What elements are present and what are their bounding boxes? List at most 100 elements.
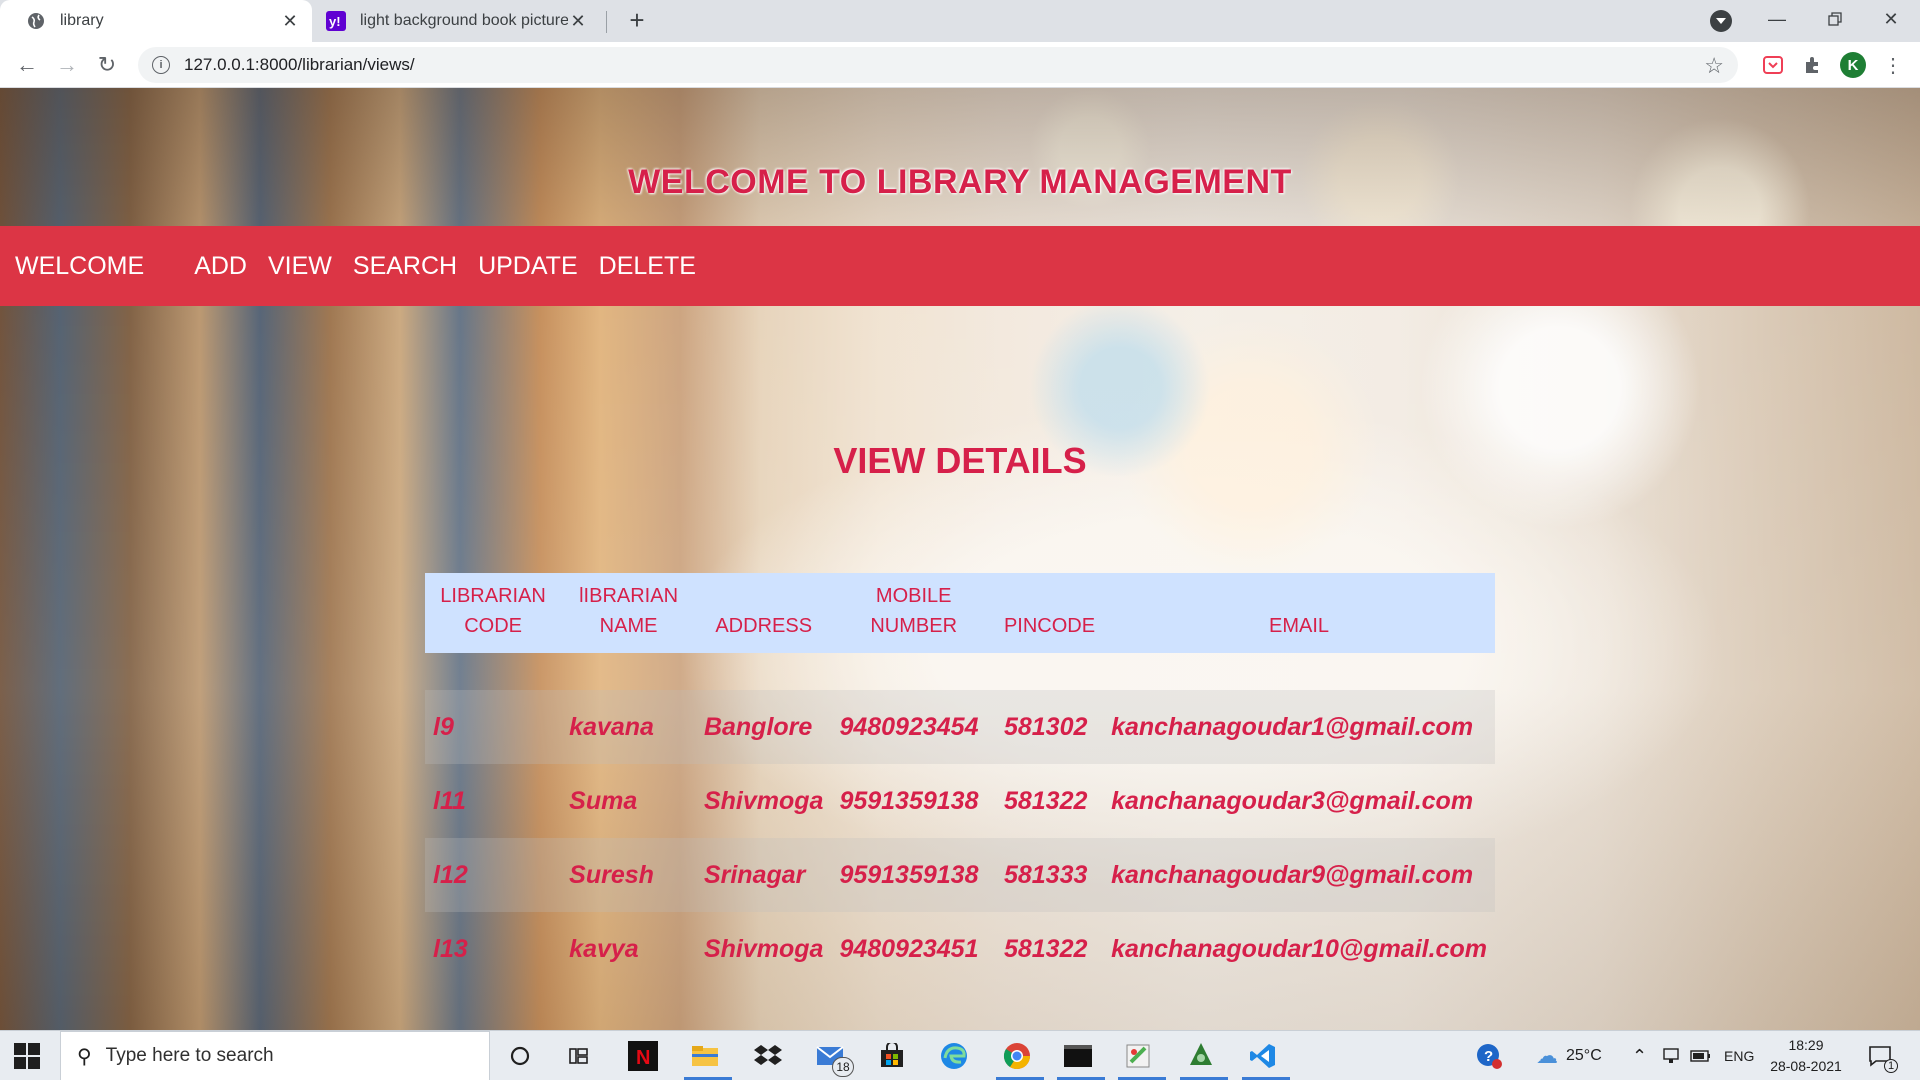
tab-search-icon[interactable]: [1710, 10, 1732, 32]
minimize-icon[interactable]: —: [1762, 4, 1792, 34]
file-explorer-icon[interactable]: [688, 1039, 722, 1073]
terminal-icon[interactable]: [1061, 1039, 1095, 1073]
cell-email: kanchanagoudar3@gmail.com: [1111, 786, 1474, 815]
cell-mobile: 9480923454: [839, 712, 979, 741]
search-icon: ⚲: [77, 1045, 92, 1068]
table-row: l12 Suresh Srinagar 9591359138 581333 ka…: [425, 838, 1495, 912]
nav-brand-welcome[interactable]: WELCOME: [15, 252, 144, 281]
nav-link-update[interactable]: UPDATE: [478, 252, 578, 281]
cell-name: kavya: [569, 934, 639, 963]
paint-icon[interactable]: [1122, 1039, 1156, 1073]
header-librarian-code: LIBRARIAN CODE: [440, 585, 546, 637]
cell-address: Shivmoga: [703, 786, 824, 815]
table-row: l9 kavana Banglore 9480923454 581302 kan…: [425, 690, 1495, 764]
cell-code: l9: [433, 712, 454, 741]
cell-email: kanchanagoudar1@gmail.com: [1111, 712, 1474, 741]
cell-mobile: 9480923451: [839, 934, 979, 963]
tab-yahoo-search[interactable]: y! light background book pictures - ✕: [316, 0, 600, 42]
nav-link-delete[interactable]: DELETE: [599, 252, 696, 281]
tab-title: library: [60, 12, 104, 29]
vscode-icon[interactable]: [1246, 1039, 1280, 1073]
main-navbar: WELCOME ADD VIEW SEARCH UPDATE DELETE: [0, 226, 1920, 306]
language-indicator[interactable]: ENG: [1724, 1031, 1754, 1080]
nav-link-view[interactable]: VIEW: [268, 252, 332, 281]
cell-pincode: 581322: [1003, 786, 1088, 815]
browser-toolbar: ← → ↻ i 127.0.0.1:8000/librarian/views/ …: [0, 42, 1920, 88]
notifications-icon[interactable]: 1: [1868, 1031, 1898, 1080]
notification-count: 1: [1884, 1059, 1898, 1073]
svg-text:N: N: [636, 1047, 650, 1069]
close-tab-icon[interactable]: ✕: [280, 11, 300, 31]
restore-icon[interactable]: [1820, 4, 1850, 34]
mail-badge: 18: [832, 1057, 854, 1077]
extensions-puzzle-icon[interactable]: [1800, 52, 1826, 78]
store-icon[interactable]: [875, 1039, 909, 1073]
dropbox-icon[interactable]: [751, 1039, 785, 1073]
table-row: l13 kavya Shivmoga 9480923451 581322 kan…: [425, 912, 1495, 986]
battery-icon[interactable]: [1690, 1031, 1712, 1080]
nav-link-add[interactable]: ADD: [194, 252, 247, 281]
nav-link-search[interactable]: SEARCH: [353, 252, 457, 281]
cell-code: l11: [433, 786, 466, 815]
system-clock[interactable]: 18:29 28-08-2021: [1764, 1035, 1848, 1077]
svg-text:y!: y!: [329, 14, 341, 29]
bookmark-star-icon[interactable]: ☆: [1704, 53, 1724, 79]
weather-temperature: 25°C: [1566, 1047, 1602, 1064]
close-window-icon[interactable]: ✕: [1876, 4, 1906, 34]
table-row: l11 Suma Shivmoga 9591359138 581322 kanc…: [425, 764, 1495, 838]
windows-taskbar: ⚲ Type here to search N 18 ? ☁ 25°C ⌃ EN…: [0, 1030, 1920, 1080]
profile-avatar[interactable]: K: [1840, 52, 1866, 78]
help-icon[interactable]: ?: [1472, 1039, 1506, 1073]
back-icon[interactable]: ←: [12, 50, 42, 80]
address-bar[interactable]: i 127.0.0.1:8000/librarian/views/ ☆: [138, 47, 1738, 83]
site-info-icon[interactable]: i: [152, 56, 170, 74]
windows-start-icon[interactable]: [14, 1043, 40, 1069]
table-header: LIBRARIAN CODE lIBRARIAN NAME ADDRESS MOBI…: [425, 573, 1495, 653]
network-icon[interactable]: [1662, 1031, 1680, 1080]
cell-email: kanchanagoudar10@gmail.com: [1111, 934, 1487, 963]
cell-mobile: 9591359138: [839, 860, 979, 889]
tab-divider: [606, 11, 607, 33]
yahoo-icon: y!: [326, 11, 346, 31]
green-app-icon[interactable]: [1184, 1039, 1218, 1073]
forward-icon[interactable]: →: [52, 50, 82, 80]
weather-cloud-icon: ☁: [1536, 1043, 1558, 1068]
cell-name: Suma: [569, 786, 638, 815]
cell-name: kavana: [569, 712, 654, 741]
clock-date: 28-08-2021: [1770, 1058, 1842, 1074]
cell-pincode: 581322: [1003, 934, 1088, 963]
cell-pincode: 581333: [1003, 860, 1088, 889]
header-mobile-number: MOBILE NUMBER: [870, 585, 958, 637]
reload-icon[interactable]: ↻: [92, 50, 122, 80]
tab-library[interactable]: library ✕: [0, 0, 312, 42]
weather-widget[interactable]: ☁ 25°C: [1536, 1031, 1602, 1080]
menu-kebab-icon[interactable]: ⋮: [1880, 52, 1906, 78]
header-email: EMAIL: [1269, 615, 1330, 637]
task-view-icon[interactable]: [563, 1039, 597, 1073]
close-tab-icon[interactable]: ✕: [568, 11, 588, 31]
cell-pincode: 581302: [1003, 712, 1088, 741]
header-pincode: PINCODE: [1003, 615, 1096, 637]
table-body: l9 kavana Banglore 9480923454 581302 kan…: [425, 653, 1495, 986]
cortana-icon[interactable]: [503, 1039, 537, 1073]
cell-address: Shivmoga: [703, 934, 824, 963]
cell-code: l12: [433, 860, 468, 889]
new-tab-icon[interactable]: +: [624, 7, 650, 34]
cell-mobile: 9591359138: [839, 786, 979, 815]
edge-icon[interactable]: [937, 1039, 971, 1073]
header-address: ADDRESS: [715, 615, 813, 637]
table-spacer: [425, 653, 1495, 690]
globe-icon: [26, 11, 46, 31]
svg-text:?: ?: [1484, 1048, 1493, 1065]
cell-email: kanchanagoudar9@gmail.com: [1111, 860, 1474, 889]
netflix-icon[interactable]: N: [626, 1039, 660, 1073]
page-viewport: WELCOME TO LIBRARY MANAGEMENT WELCOME AD…: [0, 88, 1920, 1030]
show-hidden-icons-chevron-icon[interactable]: ⌃: [1632, 1031, 1647, 1080]
browser-tabstrip: library ✕ y! light background book pictu…: [0, 0, 1920, 42]
header-librarian-name: lIBRARIAN NAME: [579, 585, 679, 637]
pocket-extension-icon[interactable]: [1760, 52, 1786, 78]
url-text: 127.0.0.1:8000/librarian/views/: [184, 55, 415, 74]
tab-title: light background book pictures -: [360, 12, 568, 29]
chrome-icon[interactable]: [1000, 1039, 1034, 1073]
taskbar-search-box[interactable]: ⚲ Type here to search: [60, 1031, 490, 1080]
